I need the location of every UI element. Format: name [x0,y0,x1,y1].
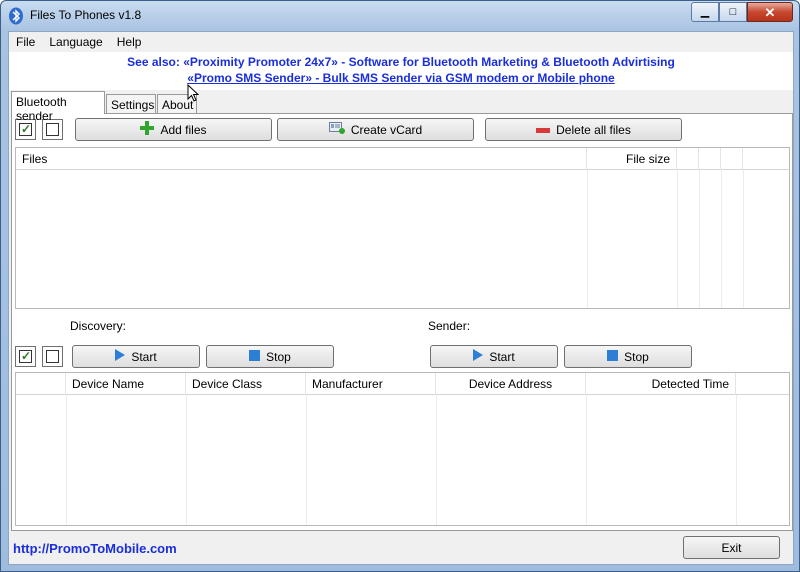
vcard-icon [328,122,345,137]
devices-table-header: Device Name Device Class Manufacturer De… [16,373,789,395]
app-window: Files To Phones v1.8 ▁ □ ✕ File Language… [0,0,800,572]
plus-icon [140,121,155,138]
column-divider [436,395,437,525]
minimize-button[interactable]: ▁ [691,2,719,22]
stop-icon [249,349,261,364]
sender-stop-label: Stop [624,349,649,364]
uncheck-all-devices-button[interactable] [42,346,63,367]
bluetooth-sender-panel: ✓ Add files Create vCard Delete all file… [11,113,793,531]
play-icon [115,349,126,364]
create-vcard-label: Create vCard [350,122,423,137]
files-table-header: Files File size [16,148,789,170]
column-files[interactable]: Files [16,148,587,170]
column-select[interactable] [16,373,66,395]
column-divider [306,395,307,525]
play-icon [473,349,484,364]
column-divider [743,170,744,308]
column-divider [186,395,187,525]
checkbox-mark [46,123,59,136]
column-divider [587,170,588,308]
discovery-stop-button[interactable]: Stop [206,345,334,368]
column-device-name[interactable]: Device Name [66,373,186,395]
column-file-size[interactable]: File size [587,148,677,170]
add-files-label: Add files [160,122,207,137]
column-divider [721,170,722,308]
promo-sms-sender-link[interactable]: «Promo SMS Sender» - Bulk SMS Sender via… [9,71,793,85]
title-bar[interactable]: Files To Phones v1.8 ▁ □ ✕ [1,1,799,31]
files-table[interactable]: Files File size [15,147,790,309]
promo-banner: See also: «Proximity Promoter 24x7» - So… [9,52,793,90]
column-divider [736,395,737,525]
window-title: Files To Phones v1.8 [30,8,142,22]
close-icon: ✕ [764,4,776,20]
column-extra-2[interactable] [699,148,721,170]
column-divider [66,395,67,525]
client-area: File Language Help See also: «Proximity … [8,31,794,565]
stop-icon [607,349,619,364]
menu-file[interactable]: File [9,32,42,52]
checkbox-mark [46,350,59,363]
mouse-cursor-icon [187,84,199,102]
column-divider [699,170,700,308]
sender-start-button[interactable]: Start [430,345,558,368]
checkbox-mark: ✓ [19,122,32,136]
sender-stop-button[interactable]: Stop [564,345,692,368]
minus-icon [536,123,551,137]
exit-button[interactable]: Exit [683,536,780,559]
column-divider [677,170,678,308]
menu-help[interactable]: Help [110,32,149,52]
column-device-address[interactable]: Device Address [436,373,586,395]
check-icon: ✓ [21,349,32,363]
devices-table[interactable]: Device Name Device Class Manufacturer De… [15,372,790,526]
menu-bar: File Language Help [9,32,793,52]
column-divider [586,395,587,525]
promotomobile-link[interactable]: http://PromoToMobile.com [13,541,177,556]
create-vcard-button[interactable]: Create vCard [277,118,474,141]
exit-label: Exit [721,540,742,555]
maximize-icon: □ [729,5,737,18]
discovery-start-button[interactable]: Start [72,345,200,368]
column-extra-1[interactable] [677,148,699,170]
sender-start-label: Start [489,349,515,364]
tab-bluetooth-sender[interactable]: Bluetooth sender [11,91,105,123]
check-all-devices-button[interactable]: ✓ [15,346,36,367]
minimize-icon: ▁ [700,5,710,18]
close-button[interactable]: ✕ [747,2,793,22]
delete-all-files-button[interactable]: Delete all files [485,118,682,141]
column-device-class[interactable]: Device Class [186,373,306,395]
tab-settings[interactable]: Settings [106,94,156,114]
delete-all-files-label: Delete all files [556,122,631,137]
check-icon: ✓ [21,122,32,136]
menu-language[interactable]: Language [42,32,109,52]
sender-label: Sender: [428,319,471,333]
discovery-start-label: Start [131,349,157,364]
column-detected-time[interactable]: Detected Time [586,373,736,395]
bluetooth-icon [9,7,23,25]
proximity-promoter-link[interactable]: See also: «Proximity Promoter 24x7» - So… [9,55,793,69]
checkbox-mark: ✓ [19,349,32,363]
discovery-stop-label: Stop [266,349,291,364]
column-manufacturer[interactable]: Manufacturer [306,373,436,395]
maximize-button[interactable]: □ [719,2,747,22]
column-extra-3[interactable] [721,148,743,170]
discovery-label: Discovery: [70,319,127,333]
add-files-button[interactable]: Add files [75,118,272,141]
